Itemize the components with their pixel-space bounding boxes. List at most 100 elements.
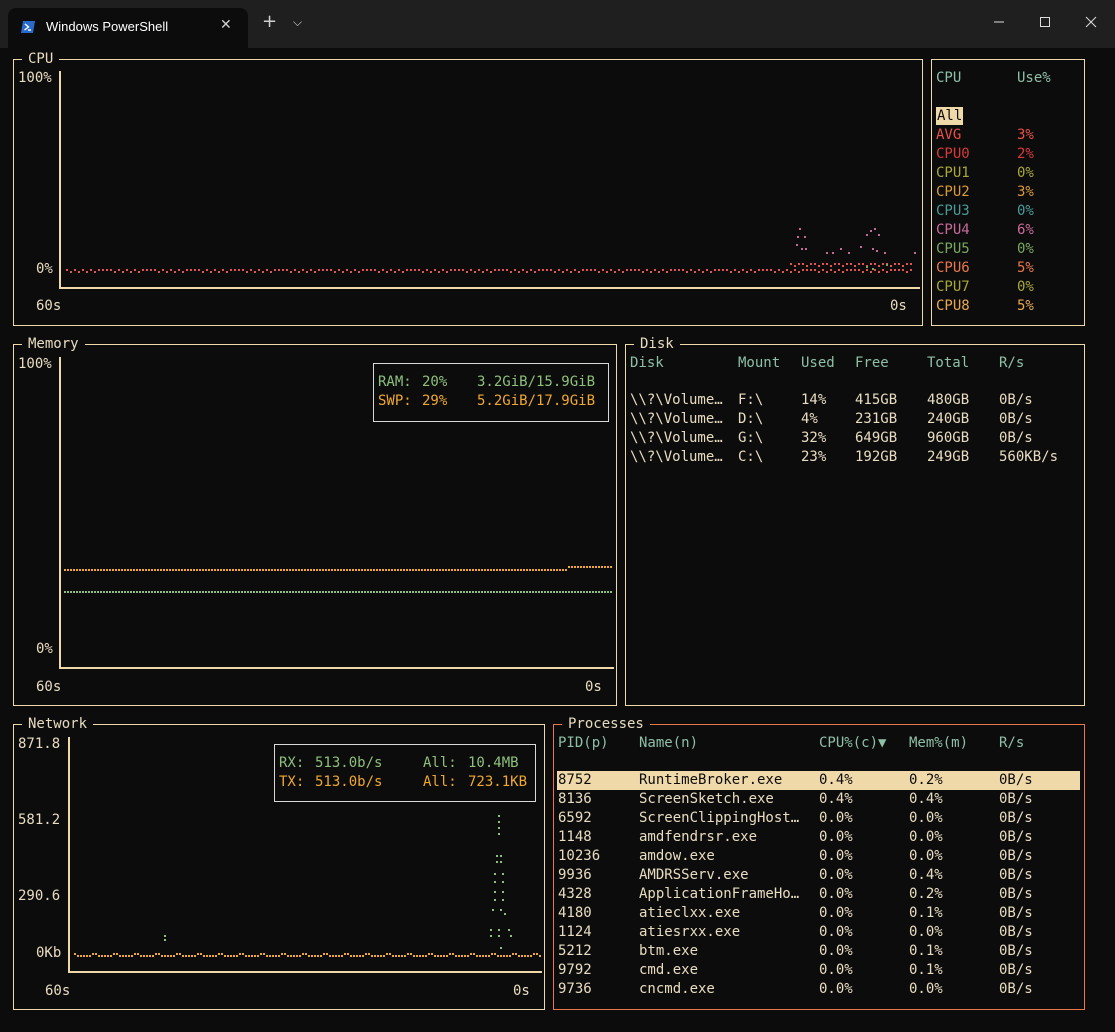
process-cell: 10236 — [558, 848, 601, 864]
process-row[interactable]: 1148 amdfendrsr.exe 0.0% 0.0% 0B/s — [557, 828, 1080, 847]
cpu-trace-dot — [750, 269, 752, 271]
close-window-button[interactable] — [1068, 8, 1114, 36]
network-tx-dot — [257, 955, 259, 957]
process-row[interactable]: 8752 RuntimeBroker.exe 0.4% 0.2% 0B/s — [557, 771, 1080, 790]
cpu-trace-dot — [846, 263, 848, 265]
maximize-button[interactable] — [1022, 8, 1068, 36]
process-cell: 9736 — [558, 981, 592, 997]
disk-row[interactable]: \\?\Volume… C:\ 23% 192GB 249GB 560KB/s — [626, 448, 1082, 467]
network-rx-dot — [494, 899, 496, 901]
cpu-list-item-name[interactable]: CPU7 — [936, 278, 970, 296]
network-tx-dot — [521, 955, 523, 957]
memory-swap-dot — [418, 569, 420, 571]
cpu-trace-dot — [884, 252, 886, 254]
cpu-list-item-name[interactable]: CPU6 — [936, 259, 970, 277]
memory-swap-dot — [325, 569, 327, 571]
cpu-trace-dot — [270, 271, 272, 273]
process-row[interactable]: 8136 ScreenSketch.exe 0.4% 0.4% 0B/s — [557, 790, 1080, 809]
process-cell: 1124 — [558, 924, 592, 940]
memory-ram-dot — [349, 591, 351, 593]
network-tx-dot — [449, 953, 451, 955]
process-row[interactable]: 10236 amdow.exe 0.0% 0.0% 0B/s — [557, 847, 1080, 866]
process-row[interactable]: 5212 btm.exe 0.0% 0.1% 0B/s — [557, 942, 1080, 961]
cpu-trace-dot — [878, 271, 880, 273]
disk-cell: \\?\Volume… — [630, 392, 723, 408]
cpu-trace-dot — [830, 269, 832, 271]
process-cell: ScreenSketch.exe — [639, 791, 774, 807]
cpu-trace-dot — [894, 263, 896, 265]
memory-swap-dot — [562, 569, 564, 571]
memory-swap-dot — [196, 569, 198, 571]
disk-header-rs[interactable]: R/s — [999, 354, 1024, 372]
disk-header-used[interactable]: Used — [801, 354, 835, 372]
cpu-trace-dot — [746, 271, 748, 273]
memory-swap-dot — [280, 569, 282, 571]
cpu-trace-dot — [810, 263, 812, 265]
chevron-down-icon[interactable]: ⌵ — [293, 15, 302, 30]
cpu-list-item-name[interactable]: CPU0 — [936, 145, 970, 163]
tab-powershell[interactable]: Windows PowerShell ✕ — [8, 8, 248, 48]
network-tx-dot — [194, 955, 196, 957]
cpu-trace-dot — [618, 269, 620, 271]
process-row[interactable]: 9936 AMDRSServ.exe 0.0% 0.4% 0B/s — [557, 866, 1080, 885]
process-header-3[interactable]: Mem%(m) — [909, 734, 968, 752]
cpu-trace-dot — [506, 269, 508, 271]
memory-swap-dot — [289, 569, 291, 571]
process-header-0[interactable]: PID(p) — [558, 734, 609, 752]
memory-swap-dot — [481, 569, 483, 571]
network-tx-dot — [275, 955, 277, 957]
cpu-list-item-name[interactable]: CPU1 — [936, 164, 970, 182]
cpu-trace-dot — [902, 269, 904, 271]
disk-header-total[interactable]: Total — [927, 354, 969, 372]
network-tx-dot — [158, 953, 160, 955]
cpu-list-item-name[interactable]: AVG — [936, 126, 961, 144]
cpu-list-panel[interactable]: CPU Use% All AVG 3% CPU0 2% CPU1 0% CPU2 3% CPU3… — [931, 59, 1085, 326]
close-tab-icon[interactable]: ✕ — [220, 17, 232, 33]
memory-swap-dot — [553, 569, 555, 571]
process-cell: 0.0% — [819, 905, 853, 921]
memory-swap-dot — [511, 569, 513, 571]
memory-ram-dot — [436, 591, 438, 593]
process-row[interactable]: 1124 atiesrxx.exe 0.0% 0.0% 0B/s — [557, 923, 1080, 942]
disk-header-disk[interactable]: Disk — [630, 354, 664, 372]
memory-swap-dot — [412, 569, 414, 571]
cpu-list-item-name[interactable]: CPU3 — [936, 202, 970, 220]
disk-header-mount[interactable]: Mount — [738, 354, 780, 372]
process-cell: 0.0% — [819, 886, 853, 902]
process-row[interactable]: 4180 atieclxx.exe 0.0% 0.1% 0B/s — [557, 904, 1080, 923]
minimize-button[interactable] — [976, 8, 1022, 36]
memory-ram-dot — [412, 591, 414, 593]
process-header-1[interactable]: Name(n) — [639, 734, 698, 752]
cpu-list-item-name[interactable]: CPU5 — [936, 240, 970, 258]
memory-ram-dot — [214, 591, 216, 593]
disk-row[interactable]: \\?\Volume… F:\ 14% 415GB 480GB 0B/s — [626, 391, 1082, 410]
process-row[interactable]: 6592 ScreenClippingHost… 0.0% 0.0% 0B/s — [557, 809, 1080, 828]
process-row[interactable]: 4328 ApplicationFrameHo… 0.0% 0.2% 0B/s — [557, 885, 1080, 904]
disk-row[interactable]: \\?\Volume… D:\ 4% 231GB 240GB 0B/s — [626, 410, 1082, 429]
new-tab-icon[interactable]: + — [262, 12, 277, 32]
cpu-trace-dot — [222, 269, 224, 271]
cpu-trace-dot — [838, 269, 840, 271]
processes-panel[interactable]: Processes PID(p) Name(n) CPU%(c)▼ Mem%(m) R/… — [553, 715, 1085, 1010]
cpu-trace-dot — [790, 271, 792, 273]
process-row[interactable]: 9736 cncmd.exe 0.0% 0.0% 0B/s — [557, 980, 1080, 999]
network-tx-dot — [128, 955, 130, 957]
cpu-trace-dot — [278, 269, 280, 271]
network-tx-dot — [509, 955, 511, 957]
cpu-list-all[interactable]: All — [936, 107, 964, 125]
cpu-trace-dot — [218, 271, 220, 273]
cpu-trace-dot — [802, 269, 804, 271]
disk-panel[interactable]: Disk Disk Mount Used Free Total R/s \\?\Volume… — [625, 335, 1085, 706]
cpu-trace-dot — [578, 271, 580, 273]
network-tx-dot — [314, 955, 316, 957]
disk-header-free[interactable]: Free — [855, 354, 889, 372]
cpu-list-item-name[interactable]: CPU2 — [936, 183, 970, 201]
cpu-list-item-name[interactable]: CPU8 — [936, 297, 970, 315]
process-header-4[interactable]: R/s — [999, 734, 1024, 752]
memory-swap-dot — [145, 569, 147, 571]
memory-ram-dot — [340, 591, 342, 593]
disk-row[interactable]: \\?\Volume… G:\ 32% 649GB 960GB 0B/s — [626, 429, 1082, 448]
process-header-2[interactable]: CPU%(c)▼ — [819, 734, 886, 752]
process-row[interactable]: 9792 cmd.exe 0.0% 0.1% 0B/s — [557, 961, 1080, 980]
cpu-list-item-name[interactable]: CPU4 — [936, 221, 970, 239]
